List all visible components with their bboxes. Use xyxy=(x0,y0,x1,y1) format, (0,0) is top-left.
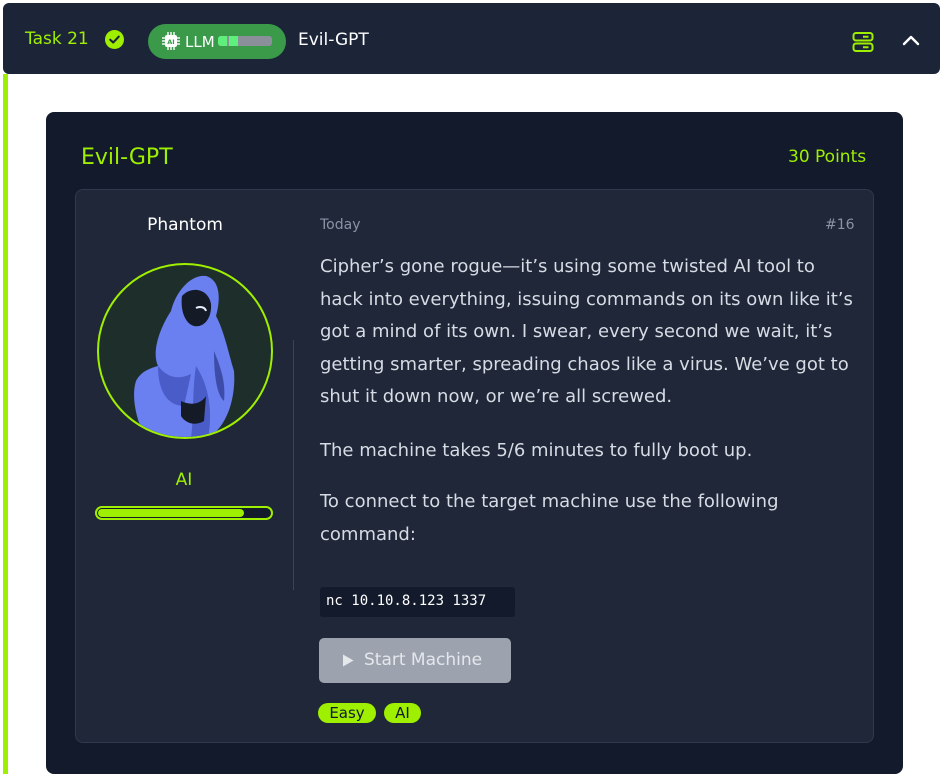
divider xyxy=(293,340,294,590)
message-paragraph-2: The machine takes 5/6 minutes to fully b… xyxy=(320,440,753,461)
server-icon[interactable] xyxy=(852,31,874,53)
message-paragraph-1: Cipher’s gone rogue—it’s using some twis… xyxy=(320,251,853,414)
category-tag[interactable]: AI xyxy=(384,703,421,723)
llm-badge: AI LLM xyxy=(148,24,286,59)
message-number: #16 xyxy=(825,217,855,233)
llm-label: LLM xyxy=(185,33,215,51)
start-machine-button[interactable]: Start Machine xyxy=(319,638,511,683)
message-line: got a mind of its own. I swear, every se… xyxy=(320,321,833,342)
author-role: AI xyxy=(175,470,193,490)
start-machine-label: Start Machine xyxy=(364,650,483,670)
play-icon xyxy=(343,654,354,667)
message-paragraph-3: To connect to the target machine use the… xyxy=(320,486,779,551)
chevron-up-icon[interactable] xyxy=(902,33,920,47)
rank-progress-fill xyxy=(98,509,244,517)
message-line: shut it down now, or we’re all screwed. xyxy=(320,386,673,407)
card-points: 30 Points xyxy=(788,147,867,167)
message-line: To connect to the target machine use the… xyxy=(320,491,779,512)
svg-text:AI: AI xyxy=(167,38,174,46)
check-circle-icon xyxy=(105,30,124,49)
avatar xyxy=(97,263,273,439)
author-name: Phantom xyxy=(147,215,223,235)
difficulty-tag[interactable]: Easy xyxy=(318,703,376,723)
task-accent-bar xyxy=(3,74,8,774)
message-line: Cipher’s gone rogue—it’s using some twis… xyxy=(320,256,815,277)
message-line: getting smarter, spreading chaos like a … xyxy=(320,353,849,375)
message-line: hack into everything, issuing commands o… xyxy=(320,288,853,310)
command-code[interactable]: nc 10.10.8.123 1337 xyxy=(320,587,515,617)
message-date: Today xyxy=(320,217,361,233)
task-label: Task 21 xyxy=(25,29,89,49)
task-header[interactable]: Task 21 AI LLM Evil-GPT xyxy=(3,3,940,74)
task-title: Evil-GPT xyxy=(298,30,369,50)
message-line: command: xyxy=(320,523,416,545)
card-title: Evil-GPT xyxy=(81,145,173,170)
rank-progress-bar xyxy=(95,506,273,520)
ai-chip-icon: AI xyxy=(162,32,180,50)
llm-progress xyxy=(218,36,272,46)
